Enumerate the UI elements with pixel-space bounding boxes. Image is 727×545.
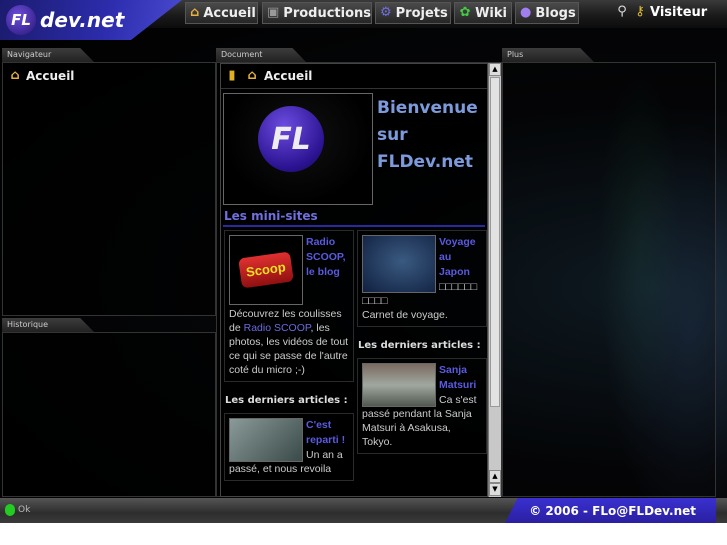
latest-articles-heading: Les derniers articles :: [225, 395, 348, 406]
site-logo[interactable]: FL dev.net: [0, 0, 182, 40]
more-tab[interactable]: Plus: [502, 48, 594, 62]
document-scrollbar[interactable]: ▲ ▲ ▼: [488, 63, 501, 497]
document-breadcrumb: ▮ ⌂ Accueil: [221, 64, 487, 89]
user-name: Visiteur: [650, 4, 708, 20]
article-link[interactable]: Sanja Matsuri: [439, 364, 476, 391]
japan-map-image[interactable]: [362, 235, 436, 293]
film-icon: ▣: [267, 5, 280, 20]
article-thumbnail[interactable]: [229, 418, 303, 462]
nav-accueil[interactable]: ⌂ Accueil: [185, 2, 258, 24]
welcome-line: FLDev.net: [377, 152, 473, 172]
logo-ball: FL: [258, 106, 324, 172]
home-icon: ⌂: [190, 5, 200, 20]
welcome-line: Bienvenue: [377, 98, 478, 118]
navigator-item-label: Accueil: [26, 69, 75, 83]
status-ok-icon: [5, 504, 15, 516]
article-card: C'est reparti ! Un an a passé, et nous r…: [224, 413, 354, 481]
latest-articles-heading: Les derniers articles :: [358, 340, 481, 351]
fldev-logo-image: FL: [223, 93, 373, 205]
key-icon: ⚷: [635, 4, 645, 19]
user-login[interactable]: ⚲ ⚷ Visiteur: [614, 4, 707, 20]
app: FL dev.net ⌂ Accueil ▣ Productions ⚙ Projet…: [0, 0, 727, 523]
nav-blogs[interactable]: ● Blogs: [515, 2, 579, 24]
top-bar: FL dev.net ⌂ Accueil ▣ Productions ⚙ Projet…: [0, 0, 727, 40]
more-panel: [502, 62, 716, 497]
navigator-item-accueil[interactable]: ⌂ Accueil: [3, 63, 215, 89]
scroll-down-button[interactable]: ▼: [489, 483, 501, 496]
history-tab[interactable]: Historique: [2, 318, 94, 332]
minisites-heading: Les mini-sites: [223, 209, 485, 227]
minisite-voyage-japon: Voyage au Japon □□□□□□□□□□ Carnet de voy…: [357, 230, 487, 481]
scroll-up-button[interactable]: ▲: [489, 63, 501, 76]
exit-icon[interactable]: ▮: [224, 68, 240, 84]
radio-scoop-logo[interactable]: Scoop: [229, 235, 303, 305]
home-icon: ⌂: [247, 68, 257, 83]
history-panel: [2, 332, 216, 497]
status-text: Ok: [18, 505, 31, 515]
document-tab[interactable]: Document: [216, 48, 306, 62]
minisite-card: Scoop Radio SCOOP, le blog Découvrez les…: [224, 230, 354, 382]
home-icon: ⌂: [10, 68, 20, 83]
navigator-tab[interactable]: Navigateur: [2, 48, 94, 62]
scroll-thumb[interactable]: [490, 77, 500, 407]
welcome-hero: FL Bienvenue sur FLDev.net: [221, 89, 487, 209]
nav-label: Projets: [395, 5, 448, 21]
nav-wiki[interactable]: ✿ Wiki: [454, 2, 512, 24]
radio-scoop-link[interactable]: Radio SCOOP, le blog: [306, 236, 346, 278]
status-indicator: Ok: [5, 504, 30, 516]
minisite-card: Voyage au Japon □□□□□□□□□□ Carnet de voy…: [357, 230, 487, 327]
nav-label: Productions: [283, 5, 372, 21]
minisite-desc: Carnet de voyage.: [362, 309, 448, 321]
search-icon: ⚲: [617, 4, 627, 19]
nav-projets[interactable]: ⚙ Projets: [375, 2, 451, 24]
scoop-logo-text: Scoop: [238, 251, 294, 289]
welcome-line: sur: [377, 125, 408, 145]
navigator-panel: ⌂ Accueil: [2, 62, 216, 316]
nav-label: Wiki: [475, 5, 507, 21]
radio-scoop-inline-link[interactable]: Radio SCOOP: [244, 322, 311, 334]
scroll-up-button-lower[interactable]: ▲: [489, 470, 501, 483]
welcome-title: Bienvenue sur FLDev.net: [377, 93, 478, 205]
voyage-japon-link[interactable]: Voyage au Japon: [439, 236, 476, 278]
nav-label: Blogs: [535, 5, 576, 21]
gears-icon: ⚙: [380, 5, 392, 20]
logo-name: dev.net: [40, 8, 125, 32]
breadcrumb-label: Accueil: [264, 69, 313, 83]
minisite-desc: Découvrez les coulisses de Radio SCOOP, …: [229, 305, 349, 377]
article-card: Sanja Matsuri Ca s'est passé pendant la …: [357, 358, 487, 454]
footer-copyright: © 2006 - FLo@FLDev.net: [505, 498, 716, 523]
article-thumbnail[interactable]: [362, 363, 436, 407]
nav-label: Accueil: [203, 5, 256, 21]
wiki-icon: ✿: [459, 5, 471, 20]
minisite-radio-scoop: Scoop Radio SCOOP, le blog Découvrez les…: [224, 230, 354, 481]
document-content: ▮ ⌂ Accueil FL Bienvenue sur FLDev.net L…: [220, 63, 488, 497]
nav-productions[interactable]: ▣ Productions: [262, 2, 372, 24]
logo-mark: FL: [6, 5, 36, 35]
blog-icon: ●: [520, 5, 532, 20]
article-link[interactable]: C'est reparti !: [306, 419, 345, 446]
